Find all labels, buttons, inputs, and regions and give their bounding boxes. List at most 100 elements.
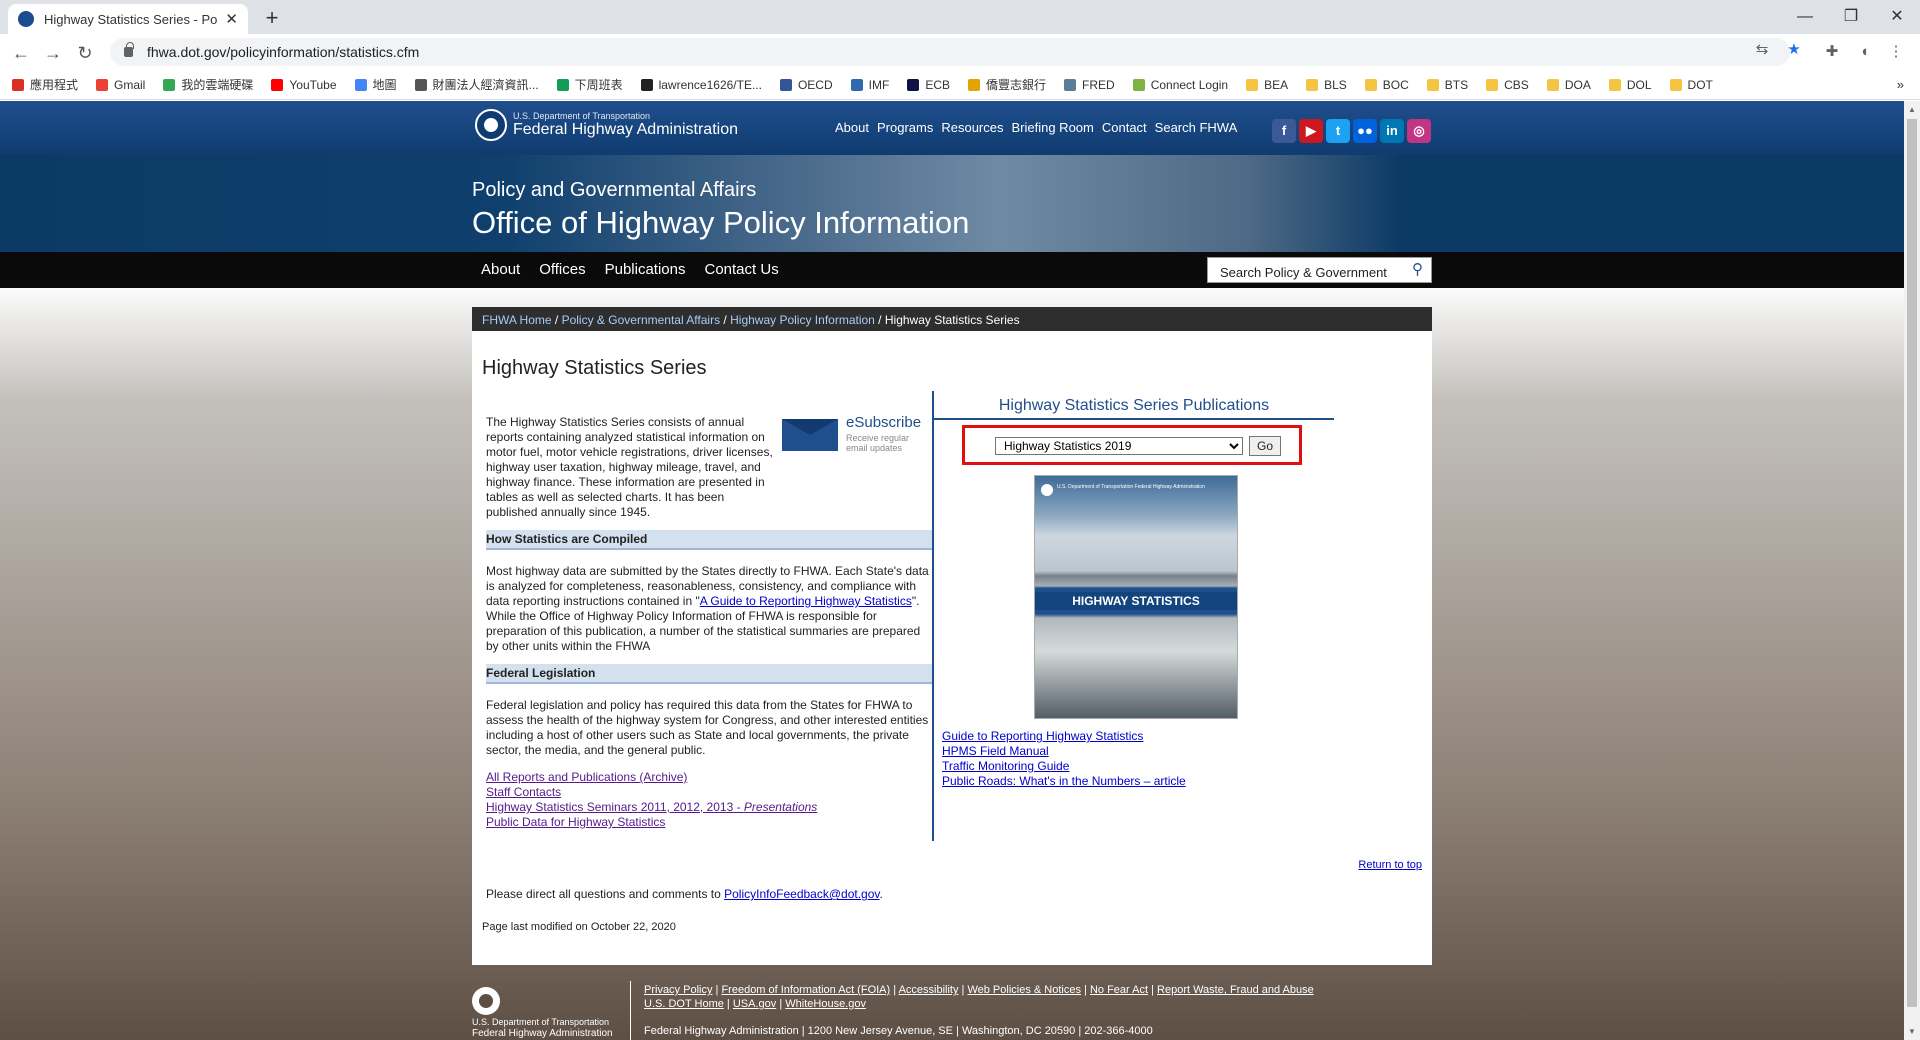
publication-select[interactable]: Highway Statistics 2019 bbox=[995, 437, 1243, 455]
close-window-button[interactable]: ✕ bbox=[1874, 5, 1920, 29]
flickr-icon[interactable]: ●● bbox=[1353, 119, 1377, 143]
footer-link[interactable]: Web Policies & Notices bbox=[967, 984, 1081, 996]
search-icon[interactable]: ⚲ bbox=[1412, 260, 1423, 278]
traffic-guide-link[interactable]: Traffic Monitoring Guide bbox=[942, 759, 1186, 774]
bookmark-item[interactable]: BLS bbox=[1306, 78, 1347, 92]
bookmark-item[interactable]: FRED bbox=[1064, 78, 1115, 92]
bookmark-label: 地圖 bbox=[372, 78, 397, 92]
page-scrollbar[interactable]: ▲ ▼ bbox=[1904, 101, 1920, 1040]
footer-link[interactable]: Accessibility bbox=[899, 984, 959, 996]
footer-logo[interactable]: U.S. Department of Transportation Federa… bbox=[472, 987, 622, 1039]
bookmark-item[interactable]: DOA bbox=[1546, 78, 1591, 92]
bookmark-label: 僑豐志銀行 bbox=[986, 78, 1047, 92]
footer-link[interactable]: Freedom of Information Act (FOIA) bbox=[721, 984, 890, 996]
menu-briefing-room[interactable]: Briefing Room bbox=[1011, 120, 1093, 135]
bookmark-item[interactable]: 財團法人經濟資訊... bbox=[414, 76, 539, 93]
bookmark-item[interactable]: DOL bbox=[1608, 78, 1652, 92]
footer-link[interactable]: U.S. DOT Home bbox=[644, 998, 724, 1010]
forward-button[interactable]: → bbox=[40, 40, 66, 66]
fhwa-favicon-icon bbox=[18, 11, 34, 27]
footer-link[interactable]: No Fear Act bbox=[1090, 984, 1148, 996]
browser-tab[interactable]: Highway Statistics Series - Polic ✕ bbox=[8, 4, 248, 34]
bookmarks-bar: 應用程式 Gmail 我的雲端硬碟 YouTube 地圖 財團法人經濟資訊... 下周班表 l… bbox=[0, 70, 1920, 100]
bookmark-item[interactable]: 應用程式 bbox=[12, 76, 78, 93]
scroll-down-arrow-icon[interactable]: ▼ bbox=[1908, 1027, 1916, 1036]
crumb-sep: / bbox=[551, 313, 562, 327]
bookmark-item[interactable]: DOT bbox=[1669, 78, 1713, 92]
highway-statistics-cover-image[interactable]: U.S. Department of Transportation Federa… bbox=[1034, 475, 1238, 719]
instagram-icon[interactable]: ◎ bbox=[1407, 119, 1431, 143]
footer-link[interactable]: USA.gov bbox=[733, 998, 776, 1010]
bookmark-star-icon[interactable]: ★ bbox=[1784, 40, 1804, 60]
return-to-top-link[interactable]: Return to top bbox=[1358, 859, 1422, 871]
bookmark-item[interactable]: 我的雲端硬碟 bbox=[163, 76, 253, 93]
bookmark-item[interactable]: Connect Login bbox=[1132, 78, 1228, 92]
footer-link[interactable]: Report Waste, Fraud and Abuse bbox=[1157, 984, 1314, 996]
public-data-link[interactable]: Public Data for Highway Statistics bbox=[486, 815, 932, 830]
seminars-text: Highway Statistics Seminars 2011, 2012, … bbox=[486, 800, 744, 814]
bookmark-item[interactable]: OECD bbox=[779, 78, 833, 92]
feedback-email-link[interactable]: PolicyInfoFeedback@dot.gov bbox=[724, 887, 879, 901]
menu-resources[interactable]: Resources bbox=[941, 120, 1003, 135]
scroll-up-arrow-icon[interactable]: ▲ bbox=[1908, 105, 1916, 114]
extensions-icon[interactable]: ✚ bbox=[1822, 42, 1842, 62]
bookmark-item[interactable]: BEA bbox=[1246, 78, 1288, 92]
subnav-publications[interactable]: Publications bbox=[605, 261, 686, 278]
minimize-button[interactable]: — bbox=[1782, 5, 1828, 29]
go-button[interactable]: Go bbox=[1249, 436, 1281, 456]
bookmark-item[interactable]: BOC bbox=[1364, 78, 1409, 92]
bookmark-item[interactable]: CBS bbox=[1486, 78, 1529, 92]
bookmark-favicon-icon bbox=[1364, 78, 1377, 91]
menu-contact[interactable]: Contact bbox=[1102, 120, 1147, 135]
fhwa-logo[interactable]: U.S. Department of Transportation Federa… bbox=[475, 109, 738, 141]
youtube-icon[interactable]: ▶ bbox=[1299, 119, 1323, 143]
policy-search-input[interactable]: Search Policy & Government ⚲ bbox=[1207, 257, 1432, 283]
bookmark-item[interactable]: ECB bbox=[907, 78, 950, 92]
menu-about[interactable]: About bbox=[835, 120, 869, 135]
back-button[interactable]: ← bbox=[8, 40, 34, 66]
bookmark-item[interactable]: 地圖 bbox=[354, 76, 397, 93]
bookmark-item[interactable]: Gmail bbox=[96, 78, 145, 92]
footer-link[interactable]: WhiteHouse.gov bbox=[785, 998, 866, 1010]
crumb-hpi[interactable]: Highway Policy Information bbox=[730, 313, 875, 327]
seminars-link[interactable]: Highway Statistics Seminars 2011, 2012, … bbox=[486, 800, 932, 815]
bookmark-item[interactable]: IMF bbox=[850, 78, 889, 92]
esubscribe-widget[interactable]: eSubscribe Receive regular email updates bbox=[782, 415, 932, 455]
bookmark-item[interactable]: 僑豐志銀行 bbox=[968, 76, 1046, 93]
public-roads-link[interactable]: Public Roads: What's in the Numbers – ar… bbox=[942, 774, 1186, 789]
restore-button[interactable]: ❐ bbox=[1828, 5, 1874, 29]
twitter-icon[interactable]: t bbox=[1326, 119, 1350, 143]
guide-link[interactable]: A Guide to Reporting Highway Statistics bbox=[700, 594, 912, 608]
menu-kebab-icon[interactable]: ⋮ bbox=[1886, 42, 1906, 62]
bookmarks-overflow-icon[interactable]: » bbox=[1897, 77, 1904, 92]
translate-icon[interactable]: ⇆ bbox=[1752, 40, 1772, 60]
crumb-policy[interactable]: Policy & Governmental Affairs bbox=[562, 313, 721, 327]
staff-contacts-link[interactable]: Staff Contacts bbox=[486, 785, 932, 800]
menu-programs[interactable]: Programs bbox=[877, 120, 933, 135]
bookmark-item[interactable]: lawrence1626/TE... bbox=[640, 78, 762, 92]
address-bar[interactable]: fhwa.dot.gov/policyinformation/statistic… bbox=[110, 38, 1790, 66]
archive-link[interactable]: All Reports and Publications (Archive) bbox=[486, 770, 932, 785]
bookmark-item[interactable]: YouTube bbox=[271, 77, 337, 92]
bookmark-favicon-icon bbox=[1246, 78, 1259, 91]
crumb-fhwa-home[interactable]: FHWA Home bbox=[482, 313, 552, 327]
reload-button[interactable]: ↻ bbox=[72, 40, 98, 66]
crumb-sep: / bbox=[874, 313, 885, 327]
bookmark-item[interactable]: 下周班表 bbox=[556, 76, 623, 93]
subnav-contact-us[interactable]: Contact Us bbox=[705, 261, 779, 278]
close-tab-icon[interactable]: ✕ bbox=[225, 10, 238, 28]
bookmark-label: YouTube bbox=[289, 77, 337, 92]
profile-avatar-icon[interactable]: ◐ bbox=[1856, 42, 1876, 62]
hpms-manual-link[interactable]: HPMS Field Manual bbox=[942, 744, 1186, 759]
subnav-about[interactable]: About bbox=[481, 261, 520, 278]
facebook-icon[interactable]: f bbox=[1272, 119, 1296, 143]
guide-reporting-link[interactable]: Guide to Reporting Highway Statistics bbox=[942, 729, 1186, 744]
scrollbar-thumb[interactable] bbox=[1907, 119, 1917, 1007]
linkedin-icon[interactable]: in bbox=[1380, 119, 1404, 143]
bookmark-item[interactable]: BTS bbox=[1426, 78, 1468, 92]
new-tab-button[interactable]: + bbox=[260, 5, 284, 31]
subnav-offices[interactable]: Offices bbox=[539, 261, 585, 278]
menu-search-fhwa[interactable]: Search FHWA bbox=[1155, 120, 1238, 135]
footer-link[interactable]: Privacy Policy bbox=[644, 984, 712, 996]
esubscribe-label[interactable]: eSubscribe bbox=[846, 415, 921, 430]
